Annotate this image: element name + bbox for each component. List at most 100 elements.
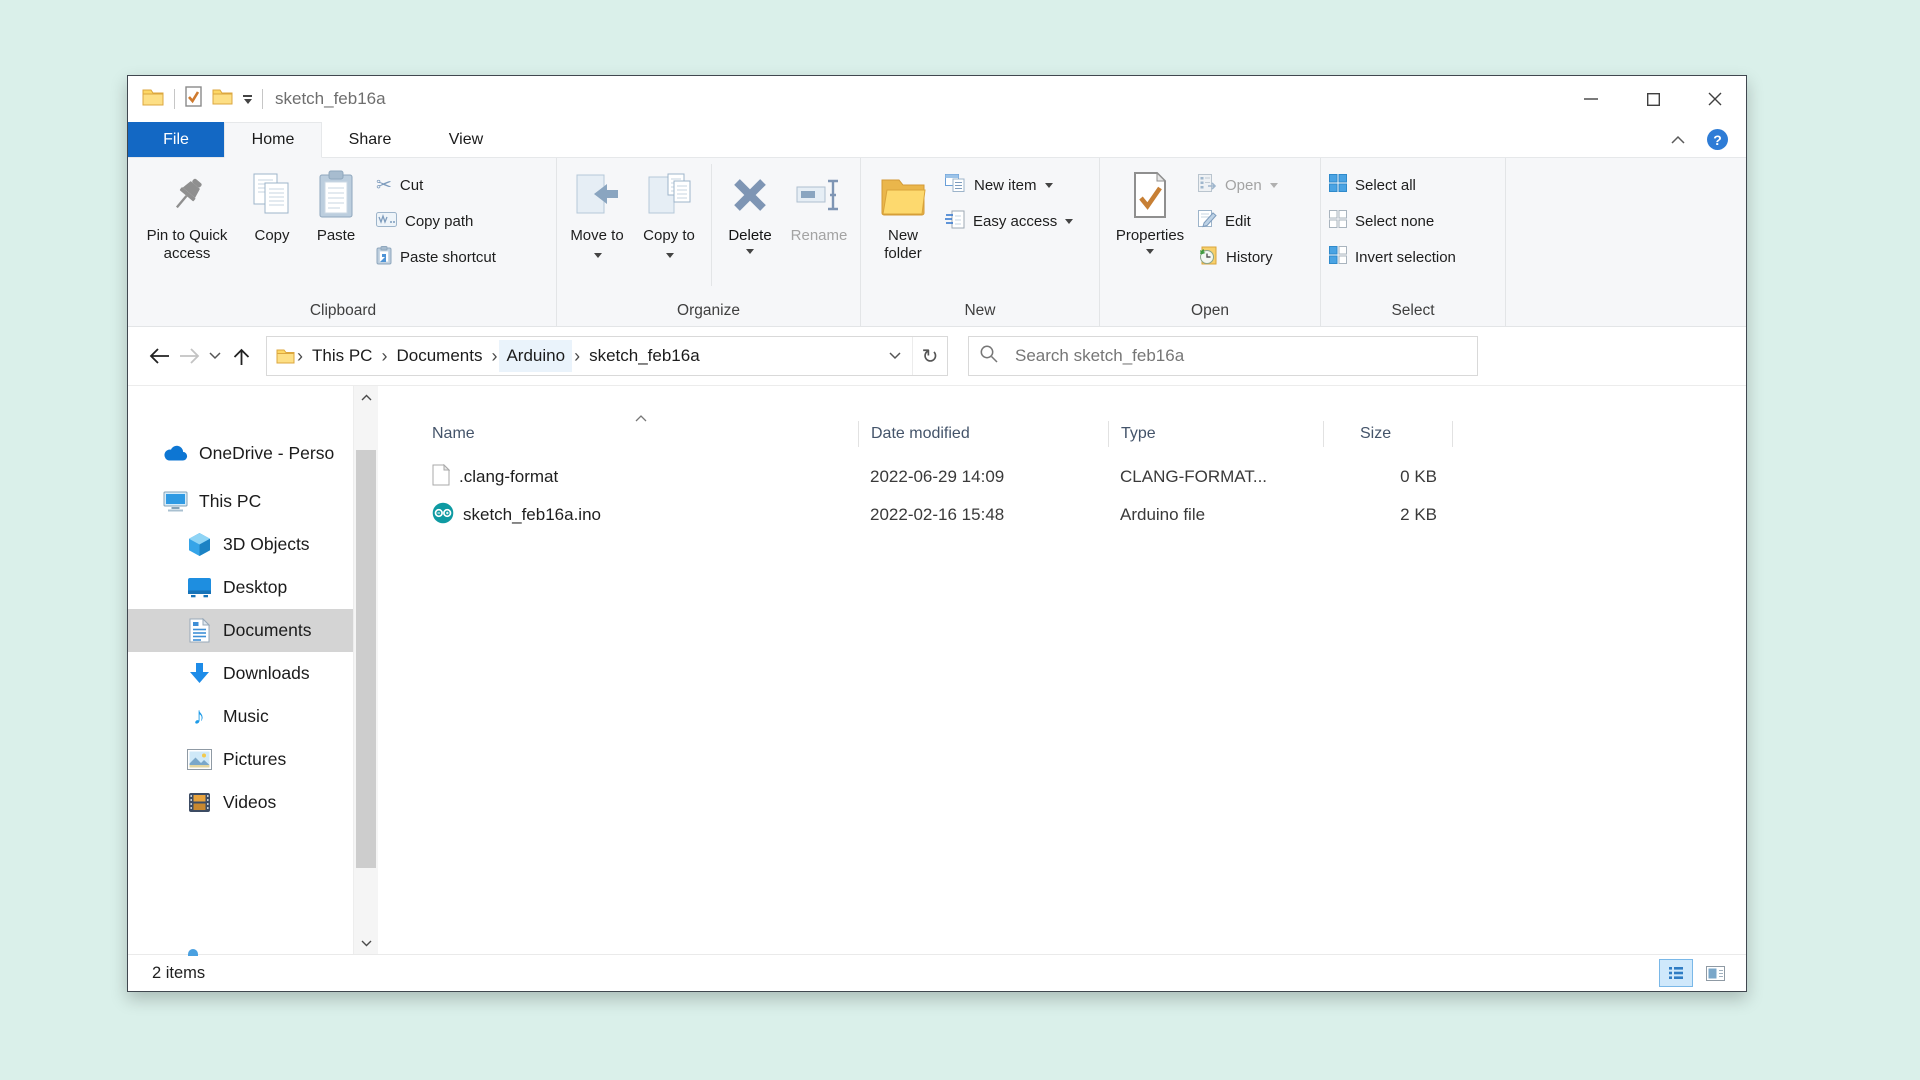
- item-count: 2 items: [152, 964, 205, 983]
- breadcrumb-documents[interactable]: Documents: [389, 340, 489, 372]
- breadcrumb-separator-icon[interactable]: ›: [572, 347, 582, 365]
- sidebar-item-documents[interactable]: Documents: [128, 609, 378, 652]
- pin-to-quick-access-button[interactable]: Pin to Quick access: [134, 158, 240, 263]
- details-view-button[interactable]: [1659, 959, 1693, 987]
- paste-shortcut-button[interactable]: Paste shortcut: [376, 244, 552, 270]
- sidebar-item-pictures[interactable]: Pictures: [128, 738, 378, 781]
- search-input[interactable]: [1013, 345, 1467, 367]
- sidebar-item-music[interactable]: ♪ Music: [128, 695, 378, 738]
- properties-button[interactable]: Properties: [1104, 158, 1196, 254]
- copy-button[interactable]: Copy: [240, 158, 304, 245]
- breadcrumb-separator-icon[interactable]: ›: [295, 347, 305, 365]
- 3d-objects-cube-icon: [186, 532, 212, 557]
- recent-locations-icon[interactable]: [204, 339, 226, 373]
- breadcrumb-separator-icon[interactable]: ›: [379, 347, 389, 365]
- documents-icon: [186, 618, 212, 643]
- qat-properties-icon[interactable]: [185, 86, 202, 112]
- group-label-new: New: [865, 296, 1095, 326]
- close-button[interactable]: [1684, 76, 1746, 122]
- select-none-button[interactable]: Select none: [1329, 208, 1501, 234]
- file-row[interactable]: sketch_feb16a.ino 2022-02-16 15:48 Ardui…: [430, 496, 1746, 534]
- open-button: Open: [1198, 172, 1316, 198]
- scrollbar-thumb[interactable]: [356, 450, 376, 868]
- select-none-icon: [1329, 210, 1347, 232]
- delete-button[interactable]: Delete: [718, 158, 782, 254]
- new-folder-button[interactable]: New folder: [865, 158, 941, 263]
- new-item-icon: [945, 174, 966, 196]
- address-dropdown-icon[interactable]: [878, 337, 912, 375]
- scroll-up-icon[interactable]: [354, 386, 378, 408]
- videos-film-icon: [186, 791, 212, 814]
- qat-new-folder-icon[interactable]: [212, 88, 233, 110]
- downloads-arrow-icon: [186, 662, 212, 685]
- sidebar-scrollbar[interactable]: [353, 386, 378, 954]
- breadcrumb-separator-icon[interactable]: ›: [489, 347, 499, 365]
- column-header-size[interactable]: Size: [1323, 421, 1453, 447]
- tab-home[interactable]: Home: [224, 122, 322, 158]
- collapse-ribbon-icon[interactable]: [1671, 131, 1685, 149]
- desktop-icon: [186, 577, 212, 598]
- file-name: .clang-format: [459, 467, 558, 487]
- sidebar-item-videos[interactable]: Videos: [128, 781, 378, 824]
- cut-button[interactable]: ✂ Cut: [376, 172, 552, 198]
- sidebar-item-3d-objects[interactable]: 3D Objects: [128, 523, 378, 566]
- breadcrumb-this-pc[interactable]: This PC: [305, 340, 379, 372]
- maximize-button[interactable]: [1622, 76, 1684, 122]
- column-header-name[interactable]: Name: [430, 421, 858, 447]
- file-date: 2022-02-16 15:48: [858, 505, 1108, 525]
- copy-to-button[interactable]: Copy to: [633, 158, 705, 263]
- cut-icon: ✂: [376, 176, 392, 195]
- move-to-icon: [574, 166, 620, 224]
- ribbon: Pin to Quick access Copy Paste: [128, 158, 1746, 327]
- onedrive-cloud-icon: [162, 445, 188, 462]
- dropdown-caret: [1045, 183, 1053, 188]
- status-bar: 2 items: [128, 954, 1746, 991]
- dropdown-caret: [1270, 183, 1278, 188]
- back-button[interactable]: [144, 339, 174, 373]
- new-item-button[interactable]: New item: [945, 172, 1095, 198]
- column-header-type[interactable]: Type: [1108, 421, 1323, 447]
- file-row[interactable]: .clang-format 2022-06-29 14:09 CLANG-FOR…: [430, 458, 1746, 496]
- column-headers: Name Date modified Type Size: [430, 416, 1746, 452]
- ribbon-group-open: Properties Open: [1100, 158, 1321, 326]
- dropdown-caret: [1146, 249, 1154, 254]
- tab-file[interactable]: File: [128, 122, 224, 157]
- breadcrumb-arduino[interactable]: Arduino: [499, 340, 572, 372]
- properties-icon: [1131, 166, 1169, 224]
- thumbnail-view-button[interactable]: [1698, 959, 1732, 987]
- refresh-button[interactable]: ↻: [912, 337, 947, 375]
- ribbon-group-clipboard: Pin to Quick access Copy Paste: [130, 158, 557, 326]
- delete-icon: [730, 166, 770, 224]
- window-controls: [1560, 76, 1746, 122]
- paste-button[interactable]: Paste: [304, 158, 368, 245]
- scroll-down-icon[interactable]: [354, 932, 378, 954]
- history-button[interactable]: History: [1198, 244, 1316, 270]
- help-icon[interactable]: ?: [1707, 129, 1728, 150]
- history-icon: [1198, 246, 1218, 269]
- desktop-background: sketch_feb16a File Home Share View: [0, 0, 1920, 1080]
- file-list-pane: Name Date modified Type Size .clang-form…: [378, 386, 1746, 954]
- sidebar-item-desktop[interactable]: Desktop: [128, 566, 378, 609]
- qat-customize-dropdown-icon[interactable]: [243, 95, 252, 104]
- edit-button[interactable]: Edit: [1198, 208, 1316, 234]
- breadcrumb-sketch-feb16a[interactable]: sketch_feb16a: [582, 340, 707, 372]
- invert-selection-button[interactable]: Invert selection: [1329, 244, 1501, 270]
- sidebar-item-downloads[interactable]: Downloads: [128, 652, 378, 695]
- sidebar-item-this-pc[interactable]: This PC: [128, 480, 378, 523]
- move-to-button[interactable]: Move to: [561, 158, 633, 263]
- minimize-button[interactable]: [1560, 76, 1622, 122]
- copy-path-button[interactable]: Copy path: [376, 208, 552, 234]
- navigation-pane: OneDrive - Perso This PC 3D Objects: [128, 386, 378, 954]
- group-label-organize: Organize: [561, 296, 856, 326]
- up-button[interactable]: [226, 339, 256, 373]
- tab-view[interactable]: View: [418, 122, 514, 157]
- column-header-date-modified[interactable]: Date modified: [858, 421, 1108, 447]
- easy-access-button[interactable]: Easy access: [945, 208, 1095, 234]
- paste-shortcut-icon: [376, 246, 392, 269]
- search-box[interactable]: [968, 336, 1478, 376]
- address-bar[interactable]: › This PC › Documents › Arduino › sketch…: [266, 336, 948, 376]
- navigation-bar: › This PC › Documents › Arduino › sketch…: [128, 327, 1746, 386]
- sidebar-item-onedrive[interactable]: OneDrive - Perso: [128, 432, 378, 475]
- tab-share[interactable]: Share: [322, 122, 418, 157]
- select-all-button[interactable]: Select all: [1329, 172, 1501, 198]
